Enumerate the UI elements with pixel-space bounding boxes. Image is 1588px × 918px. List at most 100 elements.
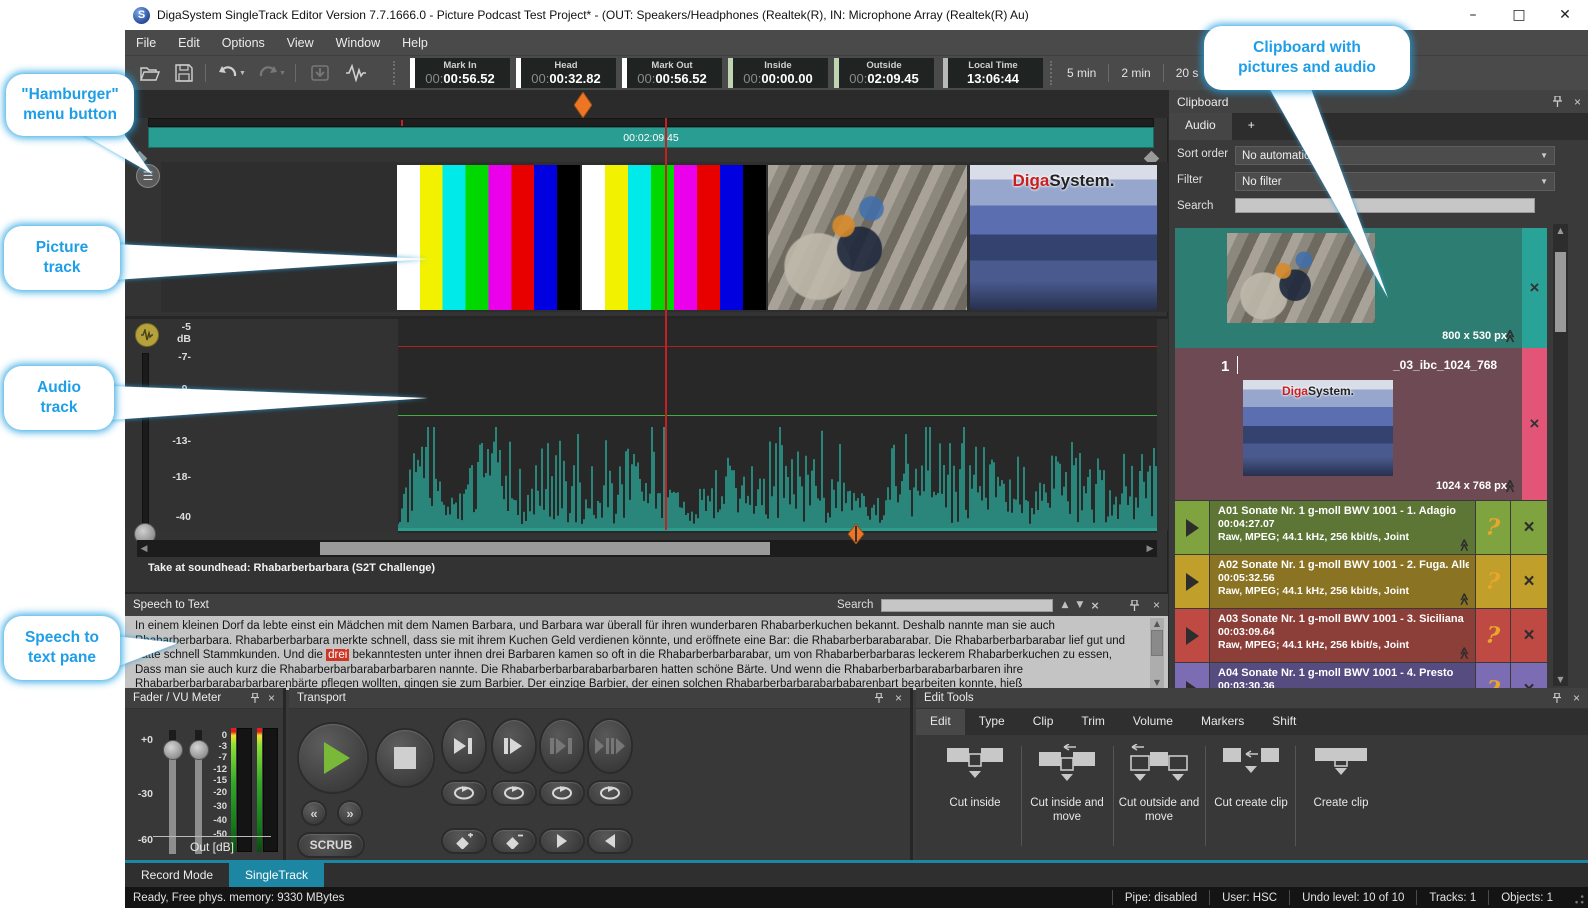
menu-help[interactable]: Help (391, 32, 439, 54)
remove-item-button[interactable]: × (1522, 228, 1547, 348)
remove-item-button[interactable]: × (1511, 555, 1547, 608)
close-panel-icon[interactable]: × (895, 691, 902, 705)
scroll-up-icon[interactable]: ▲ (1553, 226, 1568, 235)
picture-clip-colorbars-2[interactable] (582, 165, 766, 310)
remove-item-button[interactable]: × (1511, 609, 1547, 662)
prelisten-button[interactable]: ? (1476, 555, 1510, 608)
clipboard-audio-item[interactable]: A01 Sonate Nr. 1 g-moll BWV 1001 - 1. Ad… (1175, 501, 1547, 554)
horizontal-scrollbar[interactable]: ◀ ▶ (137, 540, 1157, 557)
rewind-button[interactable]: « (301, 800, 327, 826)
expand-icon[interactable]: ≪ (1502, 329, 1518, 343)
picture-clip-colorbars-1[interactable] (397, 165, 580, 310)
timecode-mark-in[interactable]: Mark In 00:00:56.52 (410, 58, 510, 88)
menu-file[interactable]: File (125, 32, 167, 54)
tab-trim[interactable]: Trim (1067, 709, 1119, 735)
timecode-inside[interactable]: Inside 00:00:00.00 (728, 58, 828, 88)
audio-track-icon[interactable] (135, 323, 159, 347)
track-gain-fader[interactable] (142, 353, 149, 531)
soundhead-marker[interactable] (848, 524, 864, 544)
timeline-duration-bar[interactable]: 00:02:09.45 (148, 127, 1154, 148)
timecode-outside[interactable]: Outside 00:02:09.45 (834, 58, 934, 88)
tool-cut-outside-and-move[interactable]: Cut outside and move (1115, 744, 1203, 824)
pin-icon[interactable] (251, 693, 259, 703)
prev-marker-button[interactable] (587, 828, 633, 854)
expand-icon[interactable]: ≪ (1502, 479, 1518, 493)
picture-thumbnail-lizard[interactable] (1227, 233, 1375, 323)
toolbar-drag-handle[interactable] (1050, 61, 1052, 85)
zoom-preset-5min[interactable]: 5 min (1055, 66, 1108, 80)
playhead-marker-icon[interactable] (574, 92, 592, 118)
maximize-button[interactable]: □ (1496, 0, 1542, 30)
open-button[interactable] (137, 60, 163, 86)
minimize-button[interactable]: – (1450, 0, 1496, 30)
play-around-button[interactable] (587, 718, 633, 774)
menu-window[interactable]: Window (325, 32, 391, 54)
pin-icon[interactable] (1553, 693, 1561, 703)
play-to-mark-button[interactable] (441, 718, 487, 774)
search-clear-icon[interactable]: × (1091, 598, 1099, 613)
clipboard-audio-item[interactable]: A03 Sonate Nr. 1 g-moll BWV 1001 - 3. Si… (1175, 609, 1547, 662)
scroll-down-icon[interactable]: ▼ (1150, 678, 1164, 687)
save-button[interactable] (171, 60, 197, 86)
redo-button[interactable]: ▼ (255, 60, 289, 86)
gain-line[interactable] (398, 415, 1157, 416)
scrollbar-thumb[interactable] (320, 542, 770, 555)
expand-icon[interactable]: ≪ (1458, 539, 1472, 552)
hamburger-menu-button[interactable]: ☰ (136, 164, 160, 188)
picture-thumbnail-digasystem[interactable]: DigaSystem. (1243, 380, 1393, 476)
toolbar-drag-handle[interactable] (393, 61, 395, 85)
playhead-line[interactable] (665, 118, 667, 530)
tool-cut-create-clip[interactable]: Cut create clip (1207, 744, 1295, 810)
stop-button[interactable] (375, 728, 435, 788)
clipboard-audio-item[interactable]: A04 Sonate Nr. 1 g-moll BWV 1001 - 4. Pr… (1175, 663, 1547, 688)
remove-item-button[interactable]: × (1511, 501, 1547, 554)
picture-clip-lizard[interactable] (768, 165, 967, 310)
timeline-clip-strip[interactable] (148, 118, 1154, 127)
prelisten-button[interactable]: ? (1476, 609, 1510, 662)
tab-edit[interactable]: Edit (916, 709, 965, 735)
audio-track[interactable]: -5 dB -7- -9- -13- -18- -40 (125, 316, 1168, 530)
speech-scrollbar[interactable]: ▲ ▼ (1150, 618, 1164, 688)
clipboard-picture-item[interactable]: 1 _03_ibc_1024_768 DigaSystem. 1024 x 76… (1175, 348, 1547, 500)
tab-shift[interactable]: Shift (1258, 709, 1310, 735)
scrollbar-thumb[interactable] (1151, 630, 1163, 656)
scroll-right-icon[interactable]: ▶ (1143, 544, 1157, 554)
play-button[interactable] (1175, 663, 1209, 688)
pin-icon[interactable] (1553, 96, 1562, 107)
expand-icon[interactable]: ≪ (1458, 647, 1472, 660)
prelisten-button[interactable]: ? (1476, 501, 1510, 554)
picture-clip-digasystem[interactable]: DigaSystem. (970, 165, 1157, 310)
search-prev-icon[interactable]: ▲ (1061, 600, 1068, 610)
menu-options[interactable]: Options (211, 32, 276, 54)
tool-cut-inside-and-move[interactable]: Cut inside and move (1023, 744, 1111, 824)
tool-cut-inside[interactable]: Cut inside (931, 744, 1019, 810)
timecode-head[interactable]: Head 00:00:32.82 (516, 58, 616, 88)
item-name[interactable]: _03_ibc_1024_768 (1393, 358, 1497, 372)
zoom-preset-20s[interactable]: 20 s (1164, 66, 1211, 80)
add-marker-button[interactable] (441, 828, 487, 854)
scroll-up-icon[interactable]: ▲ (1150, 619, 1164, 628)
remove-item-button[interactable]: × (1511, 663, 1547, 688)
zoom-preset-2min[interactable]: 2 min (1109, 66, 1162, 80)
timecode-local-time[interactable]: Local Time 13:06:44 (943, 58, 1043, 88)
scrub-button[interactable]: SCRUB (297, 832, 365, 858)
tool-create-clip[interactable]: Create clip (1297, 744, 1385, 810)
close-panel-icon[interactable]: × (1574, 95, 1581, 109)
pin-icon[interactable] (1130, 600, 1139, 611)
timecode-mark-out[interactable]: Mark Out 00:00:56.52 (622, 58, 722, 88)
record-waveform-button[interactable] (343, 60, 369, 86)
play-button[interactable] (1175, 501, 1209, 554)
forward-button[interactable]: » (337, 800, 363, 826)
undo-button[interactable]: ▼ (215, 60, 249, 86)
pin-icon[interactable] (875, 693, 883, 703)
prelisten-button[interactable]: ? (1476, 663, 1510, 688)
remove-marker-button[interactable] (491, 828, 537, 854)
play-from-mark-button[interactable] (491, 718, 537, 774)
speech-text-area[interactable]: In einem kleinen Dorf da lebte einst ein… (125, 616, 1168, 690)
fader-left-knob[interactable] (163, 740, 183, 760)
filter-dropdown[interactable]: No filter▼ (1235, 172, 1555, 191)
close-panel-icon[interactable]: × (1573, 691, 1580, 705)
play-button[interactable] (1175, 609, 1209, 662)
tab-singletrack[interactable]: SingleTrack (229, 863, 324, 887)
next-marker-button[interactable] (539, 828, 585, 854)
